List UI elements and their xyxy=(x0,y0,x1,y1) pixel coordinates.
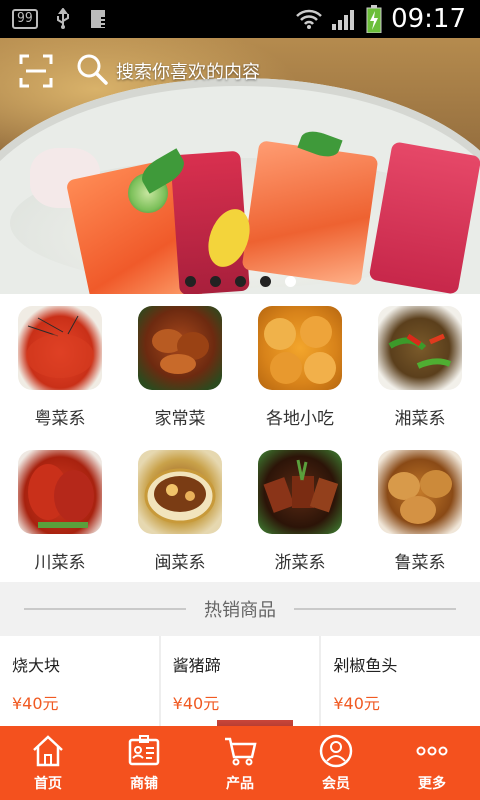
download-icon xyxy=(88,8,110,30)
category-item[interactable]: 浙菜系 xyxy=(240,438,360,582)
carousel-dot[interactable] xyxy=(259,276,271,287)
home-icon xyxy=(30,733,66,769)
status-bar-right: 09:17 xyxy=(295,4,480,34)
category-label: 各地小吃 xyxy=(266,409,334,429)
category-item[interactable]: 粤菜系 xyxy=(0,294,120,438)
nav-item-home[interactable]: 首页 xyxy=(0,726,96,800)
category-item[interactable]: 闽菜系 xyxy=(120,438,240,582)
product-card[interactable]: 酱猪蹄 ¥40元 xyxy=(160,636,320,728)
shrimp-image xyxy=(18,306,102,390)
shop-card-icon xyxy=(126,733,162,769)
product-price: ¥40元 xyxy=(333,694,380,713)
nav-item-member[interactable]: 会员 xyxy=(288,726,384,800)
nav-label: 产品 xyxy=(226,776,254,792)
divider-line xyxy=(294,608,456,610)
category-label: 川菜系 xyxy=(34,553,86,573)
member-icon xyxy=(318,733,354,769)
category-item[interactable]: 鲁菜系 xyxy=(360,438,480,582)
signal-icon xyxy=(331,8,357,30)
product-card[interactable]: 剁椒鱼头 ¥40元 xyxy=(321,636,480,728)
status-bar-left: 99 xyxy=(0,8,110,30)
nav-item-more[interactable]: 更多 xyxy=(384,726,480,800)
abalone-image xyxy=(378,450,462,534)
search-input[interactable]: 搜索你喜欢的内容 xyxy=(116,58,260,84)
fried-pastry-image xyxy=(258,306,342,390)
category-label: 湘菜系 xyxy=(394,409,446,429)
nav-item-products[interactable]: 产品 xyxy=(192,726,288,800)
category-item[interactable]: 湘菜系 xyxy=(360,294,480,438)
search-icon xyxy=(76,53,108,89)
status-bar: 99 09:17 xyxy=(0,0,480,38)
clock: 09:17 xyxy=(391,4,466,34)
product-list: 烧大块 ¥40元 酱猪蹄 ¥40元 剁椒鱼头 ¥40元 xyxy=(0,636,480,728)
product-name: 酱猪蹄 xyxy=(172,656,221,675)
carousel-dot-active[interactable] xyxy=(284,276,296,287)
category-label: 浙菜系 xyxy=(274,553,326,573)
product-name: 剁椒鱼头 xyxy=(333,656,398,675)
nav-label: 商铺 xyxy=(130,776,158,792)
bottom-nav: 首页 商铺 产品 会员 更多 xyxy=(0,726,480,800)
pig-trotter-image xyxy=(18,450,102,534)
category-label: 闽菜系 xyxy=(154,553,206,573)
nav-label: 会员 xyxy=(322,776,350,792)
category-item[interactable]: 川菜系 xyxy=(0,438,120,582)
search-bar[interactable]: 搜索你喜欢的内容 xyxy=(76,53,260,89)
nav-label: 首页 xyxy=(34,776,62,792)
more-dots-icon xyxy=(414,733,450,769)
dongpo-pork-image xyxy=(258,450,342,534)
category-item[interactable]: 家常菜 xyxy=(120,294,240,438)
section-title: 热销商品 xyxy=(204,600,276,621)
buddha-jumps-wall-image xyxy=(138,450,222,534)
product-card[interactable]: 烧大块 ¥40元 xyxy=(0,636,159,728)
braised-pork-image xyxy=(138,306,222,390)
nav-item-shop[interactable]: 商铺 xyxy=(96,726,192,800)
hot-section-header: 热销商品 xyxy=(0,582,480,636)
top-bar: 搜索你喜欢的内容 xyxy=(0,38,480,104)
notification-badge-icon: 99 xyxy=(12,9,38,29)
product-price: ¥40元 xyxy=(12,694,59,713)
carousel-dot[interactable] xyxy=(184,276,196,287)
usb-icon xyxy=(52,8,74,30)
category-label: 鲁菜系 xyxy=(394,553,446,573)
carousel-indicator xyxy=(0,276,480,287)
carousel-dot[interactable] xyxy=(234,276,246,287)
stir-fry-image xyxy=(378,306,462,390)
cart-icon xyxy=(222,733,258,769)
carousel-dot[interactable] xyxy=(209,276,221,287)
scan-icon[interactable] xyxy=(16,51,56,91)
product-price: ¥40元 xyxy=(172,694,220,713)
category-label: 粤菜系 xyxy=(34,409,86,429)
wifi-icon xyxy=(295,8,323,30)
category-label: 家常菜 xyxy=(154,409,206,429)
nav-label: 更多 xyxy=(418,776,446,792)
product-name: 烧大块 xyxy=(12,656,61,675)
battery-charging-icon xyxy=(365,5,383,33)
banner-salmon-2 xyxy=(241,140,379,286)
category-item[interactable]: 各地小吃 xyxy=(240,294,360,438)
category-grid: 粤菜系 家常菜 各地小吃 湘菜系 川菜系 闽菜系 浙菜系 鲁菜系 xyxy=(0,294,480,582)
divider-line xyxy=(24,608,186,610)
